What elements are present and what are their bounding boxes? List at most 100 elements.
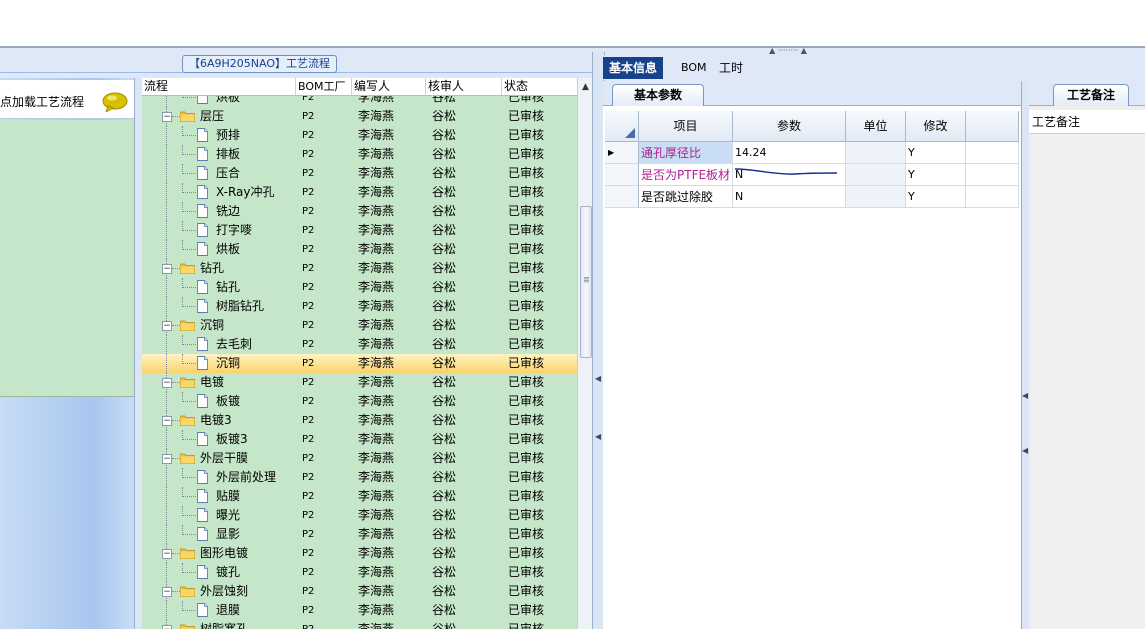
tree-row[interactable]: 钻孔 P2 李海燕 谷松 已审核 [142,278,577,297]
bom-factory-cell: P2 [302,96,315,103]
collapse-icon[interactable]: − [162,454,172,464]
tree-row[interactable]: 烘板 P2 李海燕 谷松 已审核 [142,240,577,259]
tab-work-hours[interactable]: 工时 [713,57,749,79]
tree-row[interactable]: 贴膜 P2 李海燕 谷松 已审核 [142,487,577,506]
collapse-icon[interactable]: − [162,321,172,331]
grid-header-unit[interactable]: 单位 [846,111,906,142]
tree-row[interactable]: 预排 P2 李海燕 谷松 已审核 [142,126,577,145]
tree-row[interactable]: 板镀3 P2 李海燕 谷松 已审核 [142,430,577,449]
grid-header-param[interactable]: 参数 [733,111,846,142]
tree-row[interactable]: 退膜 P2 李海燕 谷松 已审核 [142,601,577,620]
tree-guide-line [182,154,196,155]
grid-header-modify[interactable]: 修改 [906,111,966,142]
tree-guide-line [182,515,196,516]
bom-factory-cell: P2 [302,111,315,122]
tab-bom[interactable]: BOM [675,57,713,79]
filler-cell [966,164,1019,186]
tree-guide-line [182,439,196,440]
tree-guide-line [166,601,167,620]
col-header-status[interactable]: 状态 [502,78,577,95]
tree-row[interactable]: 镀孔 P2 李海燕 谷松 已审核 [142,563,577,582]
tab-basic-info[interactable]: 基本信息 [603,57,664,79]
document-icon [197,242,208,256]
tree-row[interactable]: − 树脂塞孔 P2 李海燕 谷松 已审核 [142,620,577,629]
tree-row[interactable]: − 电镀 P2 李海燕 谷松 已审核 [142,373,577,392]
tree-node-label: 排板 [216,147,241,161]
bom-factory-cell: P2 [302,548,315,559]
scroll-thumb[interactable]: ═ ═ [580,206,592,358]
tree-row[interactable]: 去毛刺 P2 李海燕 谷松 已审核 [142,335,577,354]
param-value-cell[interactable]: 14.24 [733,142,846,164]
scroll-grip-icon: ═ ═ [584,274,589,286]
process-tree-grid[interactable]: 流程 BOM工厂 编写人 核审人 状态 烘板 P2 李海燕 谷松 已审核 − 层压 P2 李海燕… [142,78,592,629]
collapse-icon[interactable]: − [162,264,172,274]
col-header-flow[interactable]: 流程 [142,78,296,95]
tree-row[interactable]: 打字嘜 P2 李海燕 谷松 已审核 [142,221,577,240]
col-header-writer[interactable]: 编写人 [352,78,426,95]
collapse-icon[interactable]: − [162,378,172,388]
collapse-right-arrow-icon[interactable]: ◀ [1022,391,1028,400]
document-icon [197,470,208,484]
collapse-left-arrow-icon[interactable]: ◀ [595,374,601,383]
speech-bubble-icon[interactable] [102,92,128,112]
status-cell: 已审核 [508,489,545,503]
tree-guide-line [166,126,167,145]
collapse-icon[interactable]: − [162,625,172,629]
tree-row[interactable]: 显影 P2 李海燕 谷松 已审核 [142,525,577,544]
load-flow-label[interactable]: 点加载工艺流程 [0,93,84,110]
writer-cell: 李海燕 [358,109,395,123]
auditor-cell: 谷松 [432,394,457,408]
auditor-cell: 谷松 [432,451,457,465]
tree-node-label: 板镀 [216,394,241,408]
param-value-cell[interactable]: N [733,186,846,208]
tree-row[interactable]: X-Ray冲孔 P2 李海燕 谷松 已审核 [142,183,577,202]
grid-header-item[interactable]: 项目 [639,111,733,142]
tree-row[interactable]: − 层压 P2 李海燕 谷松 已审核 [142,107,577,126]
tree-row[interactable]: 外层前处理 P2 李海燕 谷松 已审核 [142,468,577,487]
tree-node-label: 层压 [200,109,225,123]
collapse-icon[interactable]: − [162,587,172,597]
tree-row[interactable]: − 外层蚀刻 P2 李海燕 谷松 已审核 [142,582,577,601]
scroll-up-arrow-icon[interactable]: ▲ [578,80,592,94]
col-header-bom-factory[interactable]: BOM工厂 [296,78,352,95]
bom-factory-cell: P2 [302,339,315,350]
tab-basic-params[interactable]: 基本参数 [612,84,704,106]
tree-row[interactable]: 曝光 P2 李海燕 谷松 已审核 [142,506,577,525]
row-indicator [605,164,639,186]
tree-row[interactable]: 树脂钻孔 P2 李海燕 谷松 已审核 [142,297,577,316]
auditor-cell: 谷松 [432,470,457,484]
col-header-auditor[interactable]: 核审人 [426,78,502,95]
writer-cell: 李海燕 [358,622,395,629]
tree-guide-line [182,610,196,611]
tree-row[interactable]: − 沉铜 P2 李海燕 谷松 已审核 [142,316,577,335]
tab-process-remarks[interactable]: 工艺备注 [1053,84,1129,106]
tree-row[interactable]: 板镀 P2 李海燕 谷松 已审核 [142,392,577,411]
tree-row[interactable]: − 图形电镀 P2 李海燕 谷松 已审核 [142,544,577,563]
tree-row[interactable]: 烘板 P2 李海燕 谷松 已审核 [142,96,577,107]
param-unit-cell [846,164,906,186]
tree-scrollbar[interactable]: ▲ ═ ═ [577,78,592,629]
tree-row[interactable]: − 电镀3 P2 李海燕 谷松 已审核 [142,411,577,430]
param-row[interactable]: ▶ 通孔厚径比 14.24 Y [605,142,1019,164]
collapse-left-arrow-icon[interactable]: ◀ [595,432,601,441]
bom-factory-cell: P2 [302,263,315,274]
collapse-icon[interactable]: − [162,112,172,122]
status-cell: 已审核 [508,413,545,427]
document-icon [197,128,208,142]
param-item-cell: 通孔厚径比 [639,142,733,164]
top-collapse-grip-icon[interactable]: ▲ ········ ▲ [763,47,813,55]
collapse-icon[interactable]: − [162,416,172,426]
process-remarks-field[interactable]: 工艺备注 [1029,110,1145,134]
tree-row[interactable]: 沉铜 P2 李海燕 谷松 已审核 [142,354,577,373]
collapse-icon[interactable]: − [162,549,172,559]
document-icon [197,508,208,522]
bom-factory-cell: P2 [302,567,315,578]
tree-row[interactable]: 压合 P2 李海燕 谷松 已审核 [142,164,577,183]
tree-row[interactable]: 排板 P2 李海燕 谷松 已审核 [142,145,577,164]
tree-row[interactable]: − 钻孔 P2 李海燕 谷松 已审核 [142,259,577,278]
tree-row[interactable]: − 外层干膜 P2 李海燕 谷松 已审核 [142,449,577,468]
status-cell: 已审核 [508,223,545,237]
param-row[interactable]: 是否跳过除胶 N Y [605,186,1019,208]
tree-row[interactable]: 铣边 P2 李海燕 谷松 已审核 [142,202,577,221]
collapse-right-arrow-icon[interactable]: ◀ [1022,446,1028,455]
